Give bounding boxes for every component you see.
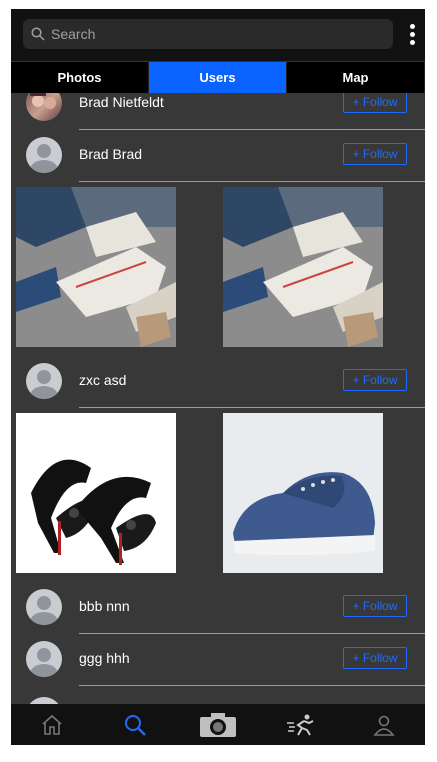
heels-image xyxy=(16,413,176,573)
search-input[interactable]: Search xyxy=(23,19,393,49)
user-name: Brad Brad xyxy=(79,146,143,162)
search-placeholder: Search xyxy=(51,26,96,42)
camera-icon[interactable] xyxy=(198,709,238,741)
avatar xyxy=(26,697,62,704)
follow-button[interactable]: + Follow xyxy=(343,143,407,165)
avatar xyxy=(26,363,62,399)
avatar xyxy=(26,137,62,173)
sneakers-image xyxy=(223,187,383,347)
follow-button[interactable]: + Follow xyxy=(343,93,407,113)
search-icon xyxy=(31,27,45,41)
list-item[interactable]: bbb nnn + Follow xyxy=(11,581,425,633)
divider xyxy=(79,407,425,408)
post-thumbnail[interactable] xyxy=(16,187,176,347)
follow-button[interactable]: + Follow xyxy=(343,369,407,391)
follow-button[interactable]: + Follow xyxy=(343,647,407,669)
user-name: zxc asd xyxy=(79,372,127,388)
runner-icon[interactable] xyxy=(281,709,321,741)
user-list: Brad Nietfeldt + Follow Brad Brad + Foll… xyxy=(11,93,425,704)
overflow-menu-icon[interactable] xyxy=(410,24,416,46)
tab-users[interactable]: Users xyxy=(149,62,287,93)
blue-sneaker-image xyxy=(223,413,383,573)
follow-button[interactable]: + Follow xyxy=(343,595,407,617)
profile-icon[interactable] xyxy=(364,709,404,741)
bottom-nav xyxy=(11,704,425,745)
user-name: bbb nnn xyxy=(79,598,130,614)
list-item[interactable]: ggg hhh + Follow xyxy=(11,633,425,685)
avatar xyxy=(26,93,62,121)
user-name: ggg hhh xyxy=(79,650,130,666)
sneakers-image xyxy=(16,187,176,347)
list-item[interactable]: zxc asd + Follow xyxy=(11,355,425,407)
post-thumbnail[interactable] xyxy=(16,413,176,573)
home-icon[interactable] xyxy=(32,709,72,741)
avatar xyxy=(26,589,62,625)
avatar xyxy=(26,641,62,677)
list-item[interactable]: Brad Brad + Follow xyxy=(11,129,425,181)
divider xyxy=(79,181,425,182)
post-thumbnail[interactable] xyxy=(223,187,383,347)
user-name: Brad Nietfeldt xyxy=(79,94,164,110)
list-item[interactable]: Brad Nietfeldt + Follow xyxy=(11,93,425,129)
divider xyxy=(79,685,425,686)
post-thumbnail[interactable] xyxy=(223,413,383,573)
tab-map[interactable]: Map xyxy=(287,62,425,93)
top-bar: Search xyxy=(11,9,425,62)
app-screen: Search Photos Users Map Brad Nietfeldt +… xyxy=(11,9,425,745)
tab-bar: Photos Users Map xyxy=(11,61,425,93)
search-icon[interactable] xyxy=(115,709,155,741)
tab-photos[interactable]: Photos xyxy=(11,62,149,93)
list-item[interactable] xyxy=(11,689,425,704)
